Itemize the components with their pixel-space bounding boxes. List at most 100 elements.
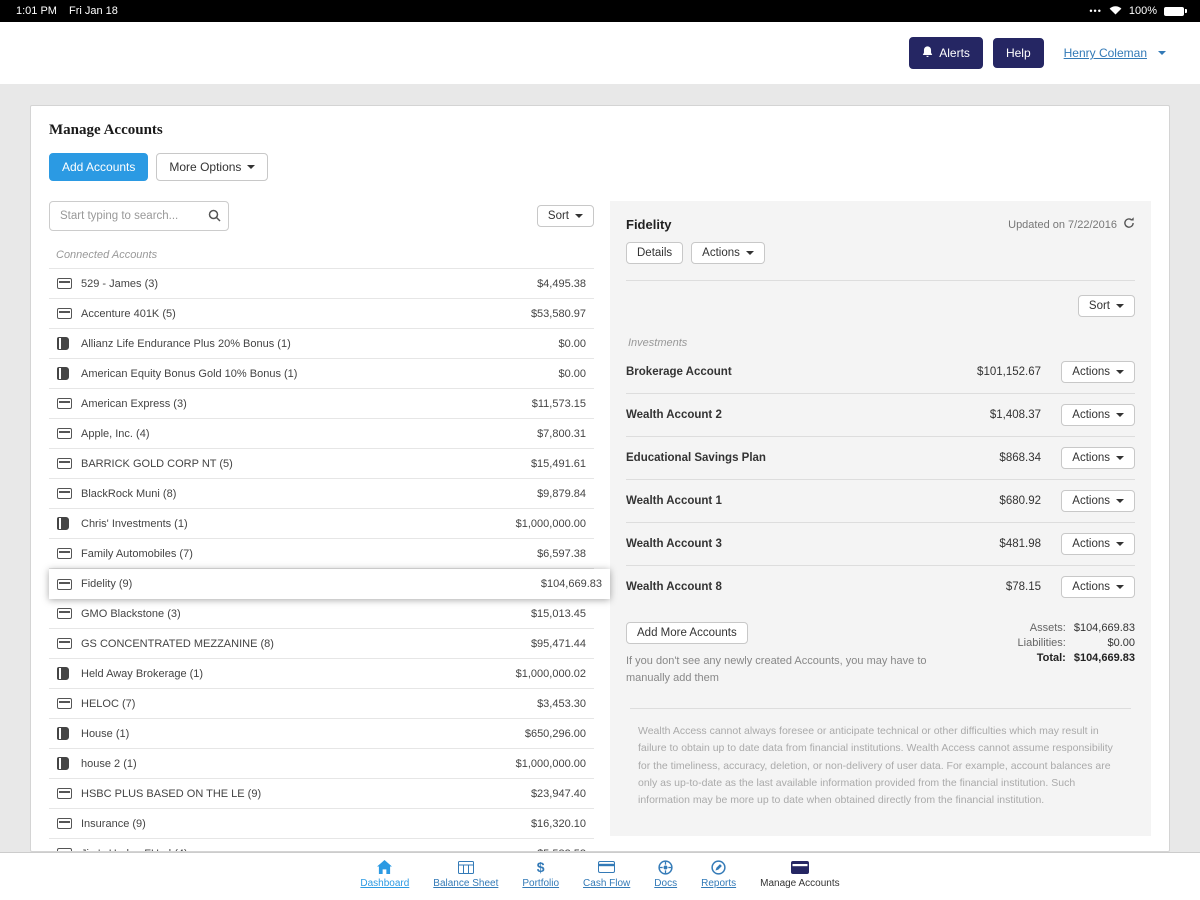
account-row[interactable]: Family Automobiles (7) $6,597.38 (49, 539, 594, 569)
accounts-sort-button[interactable]: Sort (537, 205, 594, 227)
institution-actions-button[interactable]: Actions (691, 242, 765, 264)
account-row[interactable]: GMO Blackstone (3) $15,013.45 (49, 599, 594, 629)
account-row[interactable]: Chris' Investments (1) $1,000,000.00 (49, 509, 594, 539)
actions-label: Actions (1072, 538, 1110, 550)
account-row[interactable]: Jim's Hedge FUnd (4) $5,583.58 (49, 839, 594, 852)
account-balance: $16,320.10 (531, 818, 586, 830)
investment-actions-button[interactable]: Actions (1061, 404, 1135, 426)
actions-label: Actions (1072, 581, 1110, 593)
chevron-down-icon (1116, 413, 1124, 417)
card-icon (57, 698, 72, 709)
account-balance: $0.00 (558, 338, 586, 350)
account-row[interactable]: Fidelity (9) $104,669.83 (49, 569, 610, 599)
nav-item-reports[interactable]: Reports (701, 859, 736, 889)
account-row[interactable]: House (1) $650,296.00 (49, 719, 594, 749)
chevron-down-icon (1116, 585, 1124, 589)
user-name: Henry Coleman (1064, 46, 1147, 60)
assets-label: Assets: (1018, 622, 1066, 634)
account-row[interactable]: American Equity Bonus Gold 10% Bonus (1)… (49, 359, 594, 389)
investment-actions-button[interactable]: Actions (1061, 447, 1135, 469)
search-input[interactable] (49, 201, 229, 231)
refresh-icon[interactable] (1123, 217, 1135, 232)
account-row[interactable]: Apple, Inc. (4) $7,800.31 (49, 419, 594, 449)
ledger-icon (57, 517, 69, 530)
account-balance: $95,471.44 (531, 638, 586, 650)
add-more-accounts-button[interactable]: Add More Accounts (626, 622, 748, 644)
account-row[interactable]: Allianz Life Endurance Plus 20% Bonus (1… (49, 329, 594, 359)
account-name: BARRICK GOLD CORP NT (5) (81, 458, 531, 470)
add-more-accounts-label: Add More Accounts (637, 627, 737, 639)
nav-item-portfolio[interactable]: $ Portfolio (522, 859, 559, 889)
investment-row: Wealth Account 1 $680.92 Actions (626, 480, 1135, 523)
nav-item-balance-sheet[interactable]: Balance Sheet (433, 859, 498, 889)
page-title: Manage Accounts (49, 122, 1151, 139)
connected-accounts-label: Connected Accounts (56, 249, 594, 261)
account-name: HSBC PLUS BASED ON THE LE (9) (81, 788, 531, 800)
chevron-down-icon (1116, 456, 1124, 460)
account-row[interactable]: BARRICK GOLD CORP NT (5) $15,491.61 (49, 449, 594, 479)
card-icon (57, 548, 72, 559)
card-icon (57, 579, 72, 590)
chevron-down-icon (1116, 304, 1124, 308)
user-menu[interactable]: Henry Coleman (1064, 46, 1166, 60)
card-icon (57, 398, 72, 409)
account-name: 529 - James (3) (81, 278, 537, 290)
account-name: Family Automobiles (7) (81, 548, 537, 560)
account-name: Allianz Life Endurance Plus 20% Bonus (1… (81, 338, 558, 350)
nav-item-docs[interactable]: Docs (654, 859, 677, 889)
investment-actions-button[interactable]: Actions (1061, 361, 1135, 383)
investment-balance: $481.98 (911, 538, 1041, 550)
nav-item-dashboard[interactable]: Dashboard (360, 859, 409, 889)
add-accounts-button[interactable]: Add Accounts (49, 153, 148, 181)
alerts-button[interactable]: Alerts (909, 37, 983, 69)
actions-label: Actions (702, 247, 740, 259)
account-row[interactable]: Insurance (9) $16,320.10 (49, 809, 594, 839)
card-icon (598, 859, 615, 875)
disclaimer-text: Wealth Access cannot always foresee or a… (630, 708, 1131, 816)
chevron-down-icon (746, 251, 754, 255)
detail-column: Fidelity Updated on 7/22/2016 Details Ac… (610, 201, 1151, 852)
nav-item-manage-accounts[interactable]: Manage Accounts (760, 859, 840, 889)
add-accounts-label: Add Accounts (62, 160, 135, 174)
details-button[interactable]: Details (626, 242, 683, 264)
account-row[interactable]: 529 - James (3) $4,495.38 (49, 269, 594, 299)
help-button[interactable]: Help (993, 38, 1044, 68)
investment-actions-button[interactable]: Actions (1061, 576, 1135, 598)
account-row[interactable]: American Express (3) $11,573.15 (49, 389, 594, 419)
status-date: Fri Jan 18 (69, 5, 118, 17)
investment-balance: $868.34 (911, 452, 1041, 464)
investment-row: Wealth Account 3 $481.98 Actions (626, 523, 1135, 566)
account-row[interactable]: house 2 (1) $1,000,000.00 (49, 749, 594, 779)
account-row[interactable]: HSBC PLUS BASED ON THE LE (9) $23,947.40 (49, 779, 594, 809)
account-balance: $3,453.30 (537, 698, 586, 710)
chevron-down-icon (1116, 370, 1124, 374)
card-icon (57, 818, 72, 829)
investments-list: Brokerage Account $101,152.67 Actions We… (626, 351, 1135, 608)
battery-icon (1164, 7, 1184, 16)
investment-name: Brokerage Account (626, 366, 911, 378)
nav-item-cash-flow[interactable]: Cash Flow (583, 859, 630, 889)
investments-sort-button[interactable]: Sort (1078, 295, 1135, 317)
sort-label: Sort (1089, 300, 1110, 312)
account-row[interactable]: HELOC (7) $3,453.30 (49, 689, 594, 719)
chevron-down-icon (1116, 499, 1124, 503)
investment-name: Wealth Account 1 (626, 495, 911, 507)
investment-actions-button[interactable]: Actions (1061, 533, 1135, 555)
actions-label: Actions (1072, 409, 1110, 421)
account-row[interactable]: Held Away Brokerage (1) $1,000,000.02 (49, 659, 594, 689)
actions-label: Actions (1072, 495, 1110, 507)
investment-actions-button[interactable]: Actions (1061, 490, 1135, 512)
account-row[interactable]: GS CONCENTRATED MEZZANINE (8) $95,471.44 (49, 629, 594, 659)
updated-text: Updated on 7/22/2016 (1008, 219, 1117, 231)
table-icon (458, 859, 474, 875)
account-row[interactable]: Accenture 401K (5) $53,580.97 (49, 299, 594, 329)
sort-label: Sort (548, 210, 569, 222)
battery-percent: 100% (1129, 5, 1157, 17)
details-label: Details (637, 247, 672, 259)
help-label: Help (1006, 46, 1031, 60)
investment-balance: $101,152.67 (911, 366, 1041, 378)
account-balance: $1,000,000.02 (516, 668, 586, 680)
more-options-button[interactable]: More Options (156, 153, 268, 181)
vault-icon (658, 859, 673, 875)
account-row[interactable]: BlackRock Muni (8) $9,879.84 (49, 479, 594, 509)
